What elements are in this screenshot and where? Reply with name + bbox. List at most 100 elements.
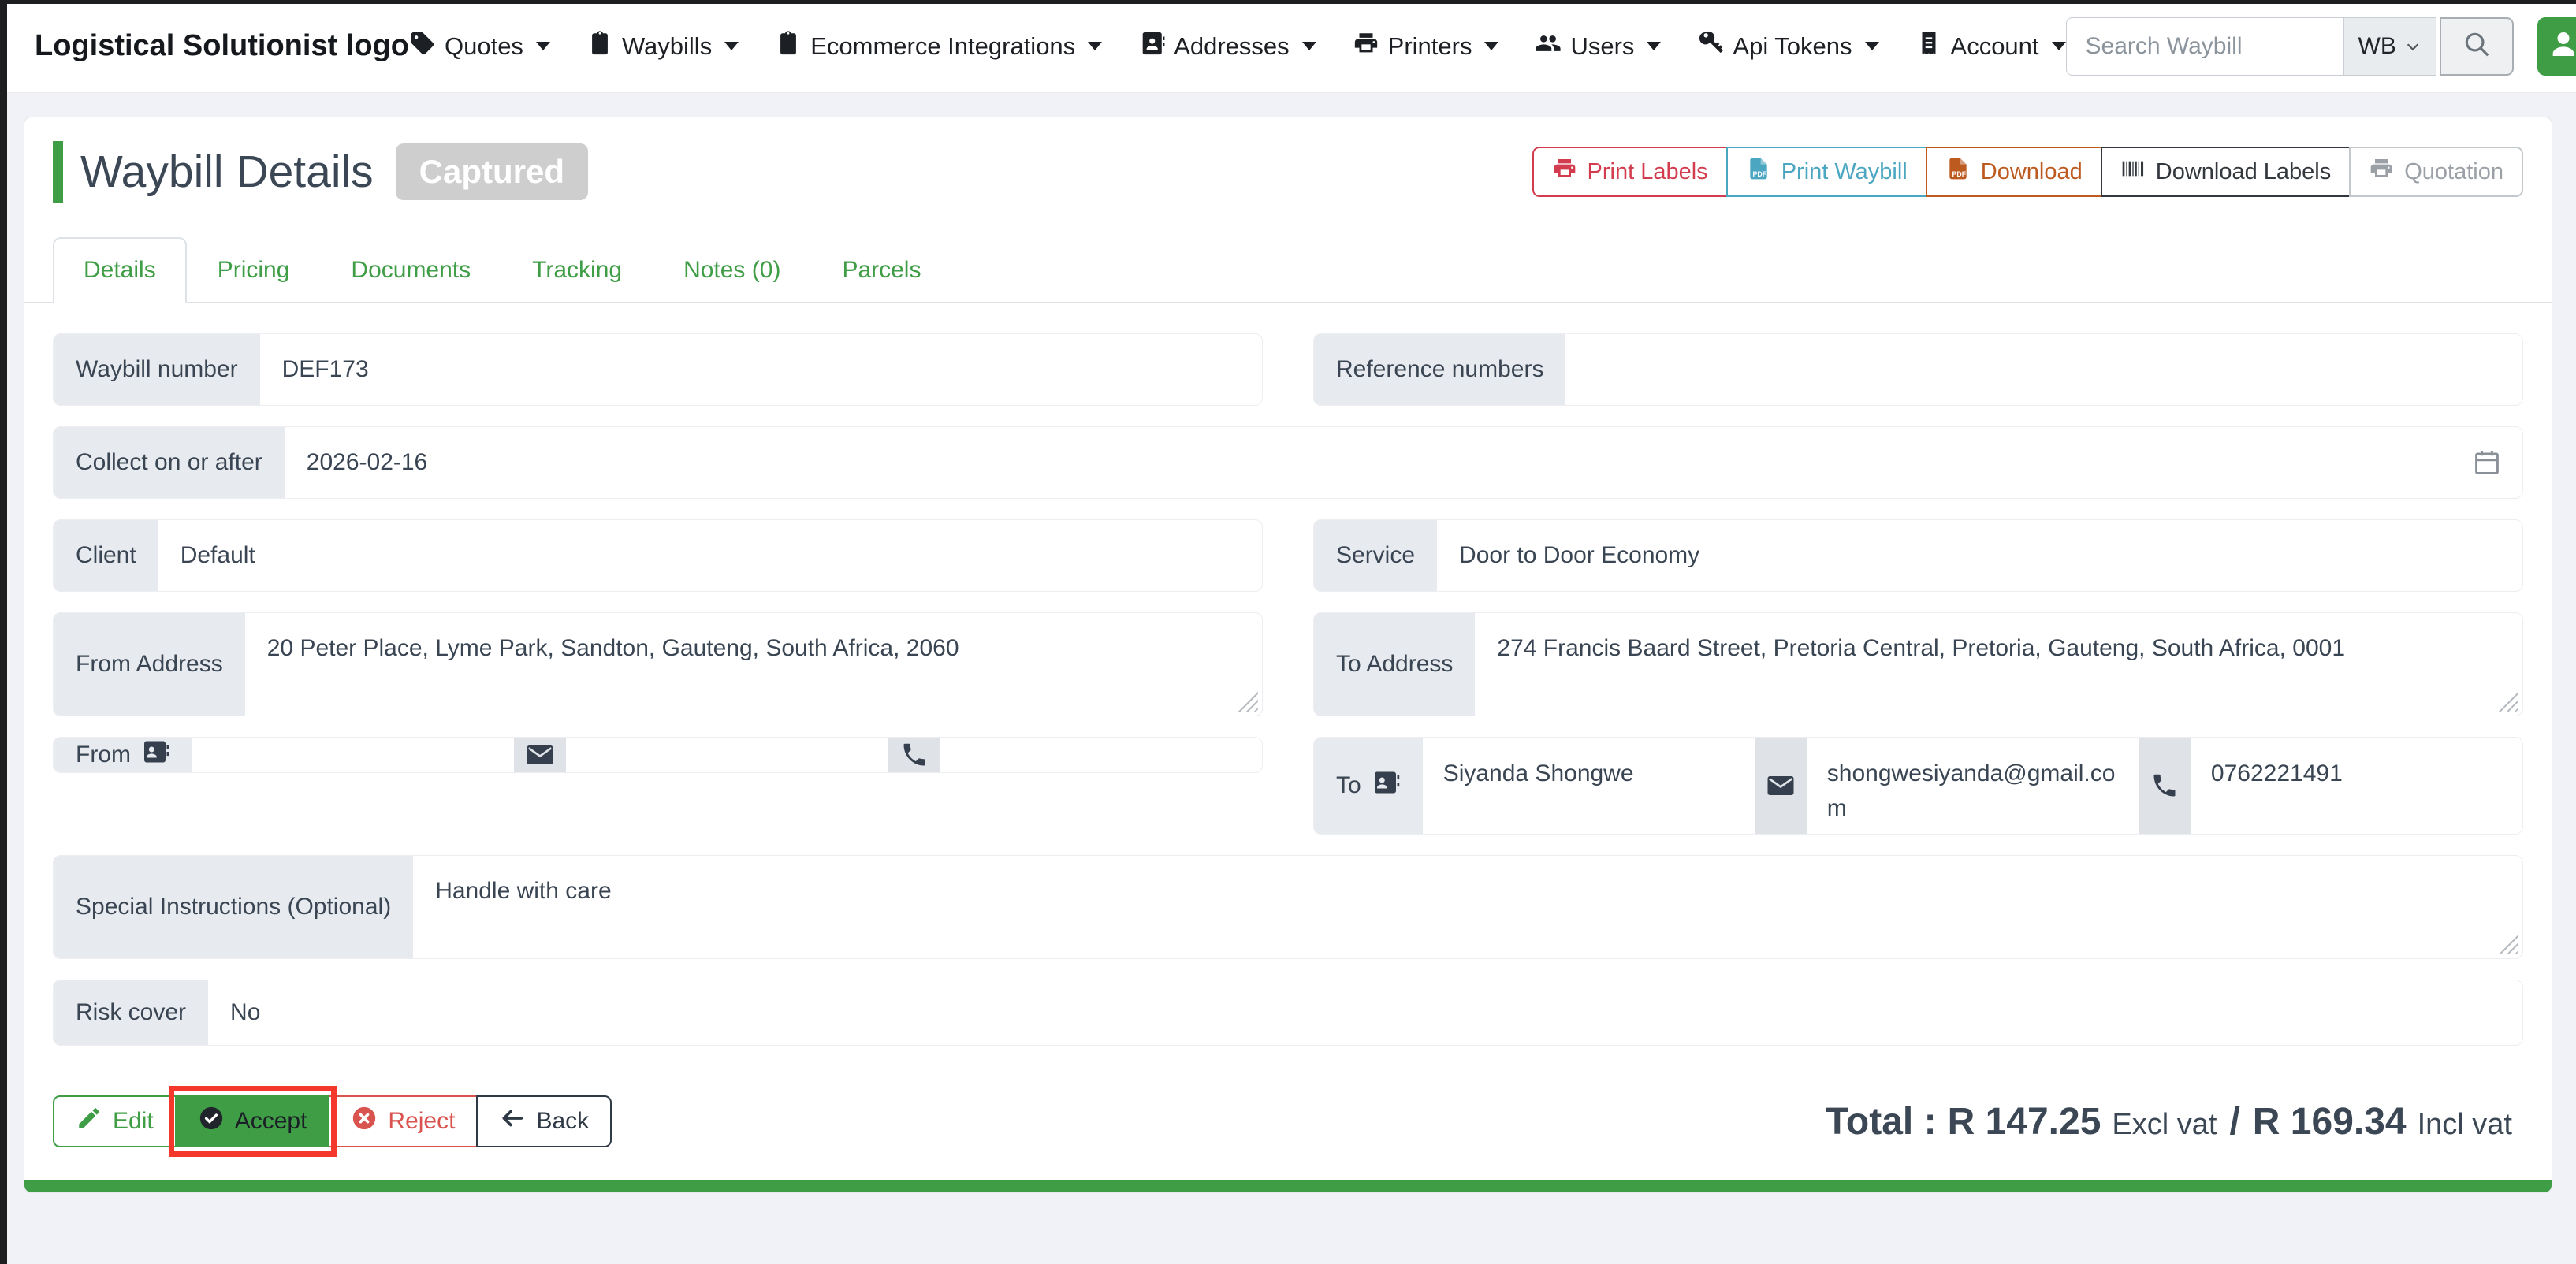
to-address-textarea[interactable]: 274 Francis Baard Street, Pretoria Centr… (1475, 613, 2522, 716)
quotation-button[interactable]: Quotation (2349, 147, 2523, 197)
address-book-icon (1138, 30, 1165, 63)
to-email-value[interactable]: shongwesiyanda@gmail.com (1807, 738, 2139, 834)
chevron-down-icon (1865, 42, 1879, 50)
from-contact-group: From (53, 737, 1263, 773)
reference-numbers-input[interactable] (1565, 334, 2522, 405)
search-icon (2462, 29, 2492, 63)
tab-notes[interactable]: Notes (0) (653, 237, 811, 303)
print-labels-button[interactable]: Print Labels (1532, 147, 1728, 197)
svg-text:PDF: PDF (1952, 170, 1966, 178)
field-label-from: From (54, 738, 192, 772)
address-card-icon (142, 738, 170, 772)
from-address-textarea[interactable]: 20 Peter Place, Lyme Park, Sandton, Gaut… (245, 613, 1262, 716)
collect-date-group: Collect on or after (53, 426, 2523, 499)
nav-menu: Quotes Waybills Ecommerce Integrations A… (409, 30, 2066, 63)
waybill-number-input[interactable] (260, 334, 1262, 405)
field-label: To (1336, 772, 1361, 799)
reference-numbers-group: Reference numbers (1313, 333, 2523, 406)
nav-item-api-tokens[interactable]: Api Tokens (1697, 30, 1878, 63)
to-contact-group: To Siyanda Shongwe shongwesiyanda@gmail.… (1313, 737, 2523, 835)
waybill-search-group: WB (2066, 17, 2576, 76)
button-label: Quotation (2404, 159, 2503, 185)
total-incl-amount: R 169.34 (2253, 1100, 2407, 1143)
nav-label: Ecommerce Integrations (810, 32, 1075, 61)
status-badge: Captured (396, 143, 588, 200)
print-waybill-button[interactable]: PDF Print Waybill (1726, 147, 1927, 197)
accept-button[interactable]: Accept (175, 1095, 330, 1147)
phone-icon (888, 738, 940, 772)
arrow-left-icon (499, 1105, 526, 1138)
footer-actions: Edit Accept Reject Back (53, 1095, 612, 1147)
button-label: Print Waybill (1781, 159, 1908, 185)
search-type-select[interactable]: WB (2343, 17, 2436, 76)
service-group: Service (1313, 519, 2523, 592)
envelope-icon (1755, 738, 1807, 834)
nav-item-addresses[interactable]: Addresses (1138, 30, 1316, 63)
button-label: Edit (113, 1108, 154, 1135)
to-name-value[interactable]: Siyanda Shongwe (1423, 738, 1755, 834)
nav-item-waybills[interactable]: Waybills (586, 30, 739, 63)
nav-item-ecommerce-integrations[interactable]: Ecommerce Integrations (775, 30, 1102, 63)
reject-button[interactable]: Reject (328, 1095, 478, 1147)
printer-icon (1552, 156, 1577, 188)
tab-parcels[interactable]: Parcels (811, 237, 951, 303)
total-incl-suffix: Incl vat (2418, 1108, 2512, 1142)
download-button[interactable]: PDF Download (1926, 147, 2102, 197)
chevron-down-icon (1302, 42, 1316, 50)
field-label: Collect on or after (54, 427, 285, 498)
special-instructions-textarea[interactable]: Handle with care (413, 856, 2522, 958)
field-label-to: To (1314, 738, 1423, 834)
user-menu-button[interactable] (2537, 17, 2576, 76)
nav-item-quotes[interactable]: Quotes (409, 30, 550, 63)
nav-item-printers[interactable]: Printers (1353, 30, 1499, 63)
search-button[interactable] (2440, 17, 2514, 76)
nav-label: Addresses (1174, 32, 1289, 61)
from-address-group: From Address 20 Peter Place, Lyme Park, … (53, 612, 1263, 716)
app-logo[interactable]: Logistical Solutionist logo (35, 29, 409, 63)
field-label: Service (1314, 520, 1437, 591)
collect-date-input[interactable] (285, 427, 2522, 498)
client-input[interactable] (158, 520, 1262, 591)
button-label: Reject (388, 1108, 455, 1135)
svg-text:PDF: PDF (1752, 170, 1766, 178)
client-group: Client (53, 519, 1263, 592)
service-input[interactable] (1437, 520, 2522, 591)
calendar-icon[interactable] (2472, 448, 2502, 478)
download-labels-button[interactable]: Download Labels (2101, 147, 2351, 197)
tab-pricing[interactable]: Pricing (187, 237, 321, 303)
file-pdf-icon: PDF (1945, 156, 1971, 188)
search-input[interactable] (2066, 17, 2343, 76)
tab-documents[interactable]: Documents (320, 237, 501, 303)
from-email-input[interactable] (566, 738, 888, 772)
tab-details[interactable]: Details (53, 237, 187, 303)
total-separator: / (2229, 1100, 2239, 1143)
receipt-icon (1915, 30, 1942, 63)
chevron-down-icon (1088, 42, 1102, 50)
nav-label: Quotes (445, 32, 523, 61)
page-title: Waybill Details (80, 146, 374, 198)
total-excl-amount: R 147.25 (1948, 1100, 2101, 1143)
check-circle-icon (198, 1105, 225, 1138)
users-icon (1535, 30, 1562, 63)
total-label: Total : (1826, 1100, 1936, 1143)
from-name-input[interactable] (192, 738, 514, 772)
tag-icon (409, 30, 436, 63)
field-label: From Address (54, 613, 245, 716)
risk-cover-input[interactable] (208, 980, 2522, 1045)
nav-label: Waybills (622, 32, 712, 61)
clipboard-icon (775, 30, 802, 63)
from-phone-input[interactable] (940, 738, 1262, 772)
clipboard-icon (586, 30, 613, 63)
field-label: Special Instructions (Optional) (54, 856, 413, 958)
button-label: Back (536, 1108, 589, 1135)
nav-label: Printers (1388, 32, 1472, 61)
to-phone-value[interactable]: 0762221491 (2191, 738, 2522, 834)
header-actions: Print Labels PDF Print Waybill PDF Downl… (1532, 147, 2523, 197)
nav-item-account[interactable]: Account (1915, 30, 2066, 63)
tab-tracking[interactable]: Tracking (501, 237, 653, 303)
back-button[interactable]: Back (476, 1095, 612, 1147)
edit-button[interactable]: Edit (53, 1095, 177, 1147)
nav-label: Users (1570, 32, 1634, 61)
special-instructions-group: Special Instructions (Optional) Handle w… (53, 855, 2523, 959)
nav-item-users[interactable]: Users (1535, 30, 1661, 63)
